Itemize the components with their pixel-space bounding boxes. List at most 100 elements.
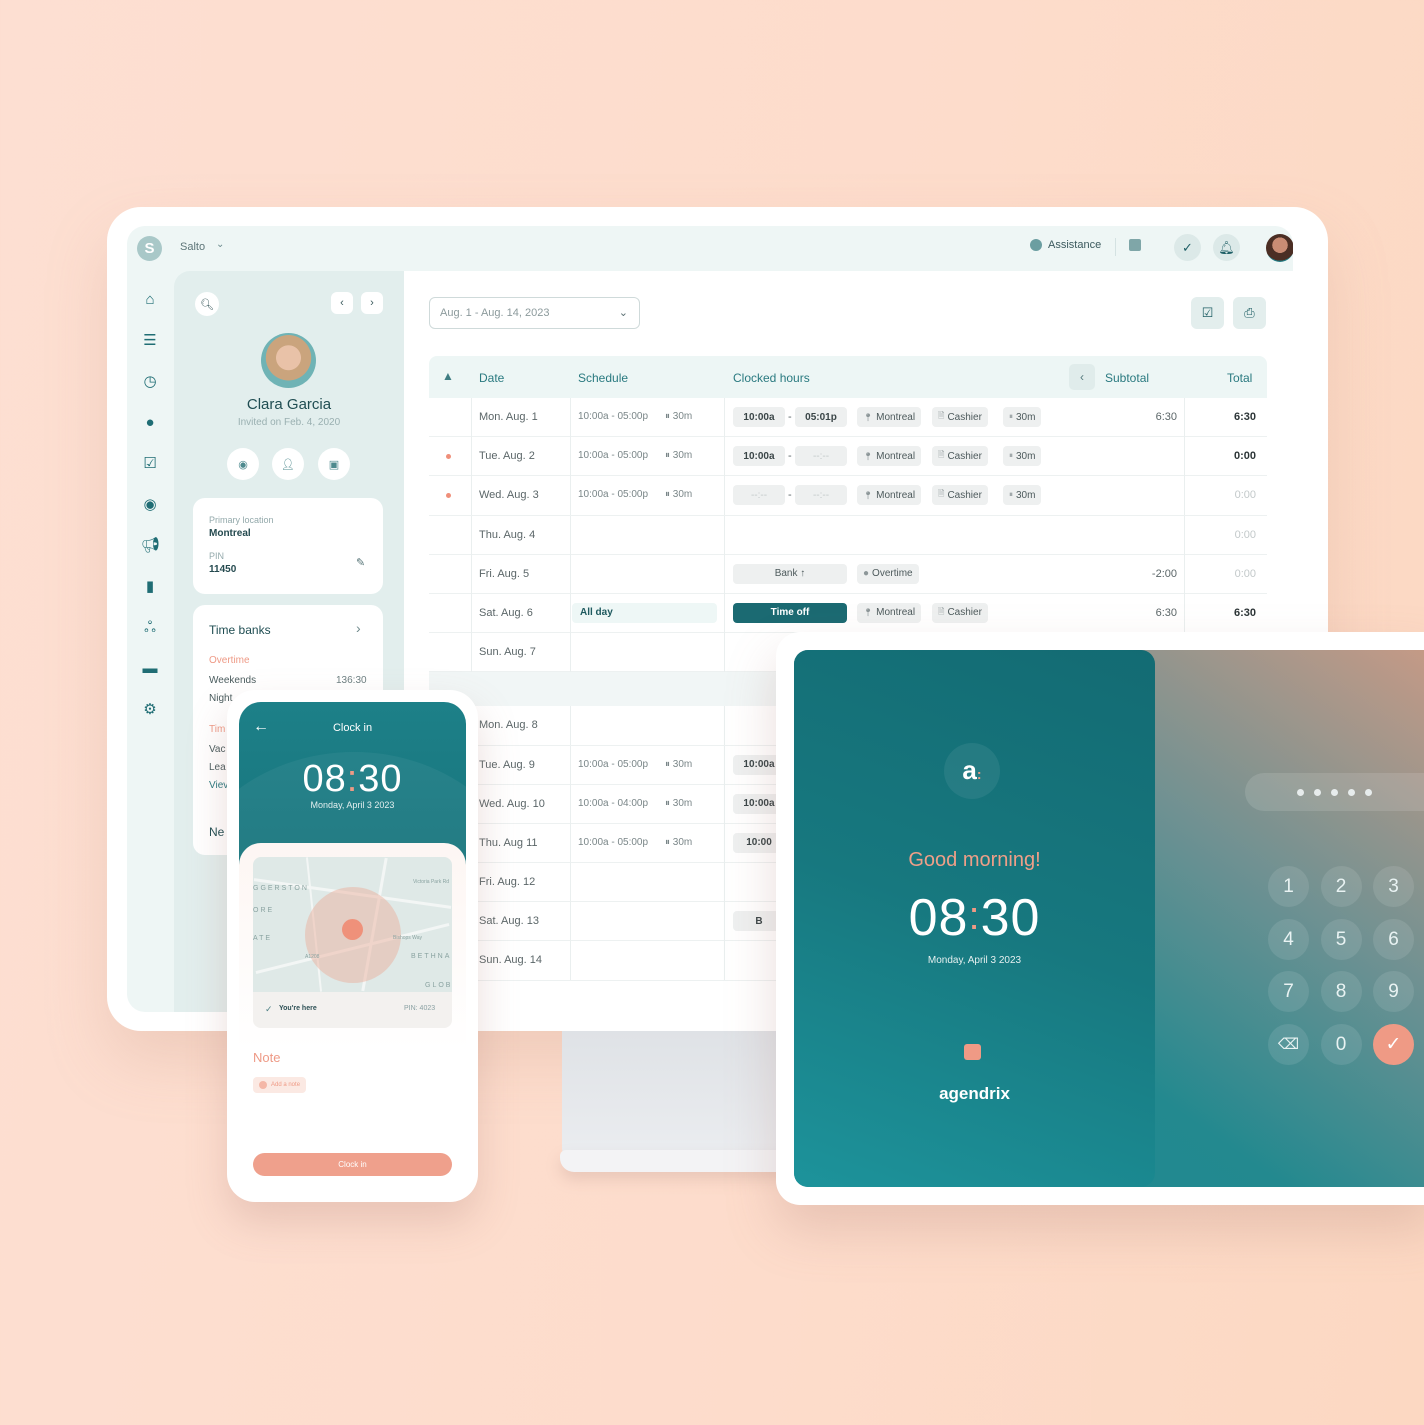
print-button[interactable]: ⎙	[1233, 297, 1266, 329]
keypad-key-1[interactable]: 1	[1268, 866, 1309, 907]
tag-label: 30m	[1016, 411, 1036, 423]
user-avatar[interactable]	[1266, 234, 1293, 262]
clock-out-time[interactable]: --:--	[795, 485, 847, 506]
hours: 08	[908, 889, 969, 947]
keypad-key-2[interactable]: 2	[1320, 866, 1362, 907]
column-divider	[471, 476, 472, 516]
bell-icon: 🔔︎	[1218, 239, 1235, 255]
workspace-name[interactable]: Salto	[180, 241, 205, 253]
row-date: Tue. Aug. 2	[479, 450, 535, 463]
vacation-label: Vac	[209, 744, 226, 755]
keypad-key-6[interactable]: 6	[1373, 918, 1414, 960]
chevron-down-icon[interactable]: ⌄	[216, 239, 224, 250]
view-profile-button[interactable]: 👤︎	[272, 448, 304, 480]
home-icon[interactable]: ⌂	[141, 292, 159, 308]
timesheet-clock-icon[interactable]: ◷	[141, 374, 159, 390]
billing-card-icon[interactable]: ▬	[141, 661, 159, 677]
break-pause-icon: ⏸	[1009, 412, 1013, 421]
role-badge-icon: 🗎	[938, 450, 945, 460]
search-icon: 🔍︎	[200, 298, 214, 311]
date-range-select[interactable]: Aug. 1 - Aug. 14, 2023 ⌄	[429, 297, 640, 329]
row-schedule: 10:00a - 04:00p	[578, 797, 649, 809]
weekends-value: 136:30	[336, 675, 367, 686]
reports-bar-chart-icon[interactable]: ▮	[141, 579, 159, 595]
location-pin-icon: 📍︎	[863, 451, 874, 461]
all-day-chip[interactable]: All day	[572, 602, 717, 623]
assistance-button[interactable]: Assistance	[1030, 239, 1101, 251]
location-map[interactable]: GGERSTON ORE ATE BETHNA GLOB A1208 Bisho…	[253, 857, 452, 992]
column-date[interactable]: Date	[479, 371, 504, 385]
chevron-right-icon[interactable]: ›	[356, 620, 361, 636]
column-subtotal[interactable]: Subtotal	[1105, 371, 1149, 385]
keypad-key-8[interactable]: 8	[1320, 971, 1362, 1012]
table-row[interactable]: Mon. Aug. 1 10:00a - 05:00p ⏸ 30m 10:00a -05…	[429, 398, 1267, 438]
employees-icon[interactable]: ●	[141, 415, 159, 431]
next-section-label: Ne	[209, 825, 225, 839]
view-link[interactable]: Viev	[209, 780, 228, 791]
keypad-key-3[interactable]: 3	[1373, 866, 1414, 907]
backspace-key[interactable]: ⌫	[1268, 1023, 1309, 1065]
clock-out-time[interactable]: 05:01p	[795, 407, 847, 427]
printer-icon: ⎙	[1244, 305, 1255, 320]
integrations-icon[interactable]: ஃ	[141, 620, 159, 636]
keypad-key-5[interactable]: 5	[1320, 918, 1362, 960]
time-off-label: Tim	[209, 724, 226, 735]
notifications-button[interactable]: 🔔︎	[1213, 234, 1240, 261]
clock-in-time[interactable]: 10:00a	[733, 407, 785, 427]
keypad-key-0[interactable]: 0	[1320, 1023, 1362, 1065]
column-divider	[724, 633, 725, 673]
table-row[interactable]: Wed. Aug. 3 10:00a - 05:00p ⏸ 30m --:-- - --:…	[429, 476, 1267, 516]
settings-gear-icon[interactable]: ⚙	[141, 702, 159, 718]
row-break: ⏸ 30m	[665, 758, 693, 770]
table-row[interactable]: Sat. Aug. 6 All day Time off 📍︎ Montreal 🗎 Cas…	[429, 593, 1267, 634]
column-clocked-hours[interactable]: Clocked hours	[733, 371, 810, 385]
contact-card-button[interactable]: ▣	[318, 448, 350, 480]
row-schedule: 10:00a - 05:00p	[578, 411, 649, 422]
location-pin-icon: 📍︎	[863, 608, 874, 618]
column-schedule[interactable]: Schedule	[578, 371, 628, 385]
row-total: 0:00	[1234, 489, 1256, 502]
table-row[interactable]: Thu. Aug. 4 0:00	[429, 515, 1267, 555]
row-schedule: 10:00a - 05:00p	[578, 450, 649, 462]
tag-label: Cashier	[947, 489, 982, 501]
row-date: Wed. Aug. 10	[479, 797, 545, 810]
add-note-button[interactable]: Add a note	[253, 1077, 307, 1093]
column-divider	[471, 633, 472, 673]
approve-timesheet-button[interactable]: ☑	[1191, 297, 1224, 329]
messages-icon[interactable]: ◉	[141, 497, 159, 513]
approvals-check-button[interactable]: ✓	[1174, 234, 1201, 261]
clock-out-time[interactable]: --:--	[795, 446, 847, 467]
time-off-chip[interactable]: Time off	[733, 602, 847, 623]
table-row[interactable]: Fri. Aug. 5 Bank ↑ ● Overtime -2:00 0:00	[429, 554, 1267, 594]
table-row[interactable]: Tue. Aug. 2 10:00a - 05:00p ⏸ 30m 10:00a - --…	[429, 437, 1267, 477]
column-divider	[570, 398, 571, 437]
workspace-avatar[interactable]: S	[137, 236, 162, 261]
edit-pencil-icon[interactable]: ✎	[356, 556, 365, 569]
tasks-checkbox-icon[interactable]: ☑	[141, 456, 159, 472]
previous-employee-button[interactable]: ‹	[331, 292, 353, 314]
location-tag: 📍︎ Montreal	[857, 446, 922, 467]
row-date: Mon. Aug. 8	[479, 719, 538, 732]
confirm-key[interactable]: ✓	[1373, 1023, 1414, 1065]
next-employee-button[interactable]: ›	[361, 292, 383, 314]
pin-dot	[1348, 789, 1355, 796]
message-employee-button[interactable]: ◉	[227, 448, 259, 480]
keypad-key-7[interactable]: 7	[1268, 971, 1309, 1012]
megaphone-icon[interactable]: 📢︎	[141, 538, 160, 554]
bank-button[interactable]: Bank ↑	[733, 563, 847, 584]
gift-icon[interactable]	[1129, 239, 1141, 251]
column-divider	[570, 863, 571, 903]
clock-in-time[interactable]: 10:00a	[733, 446, 785, 467]
clock-in-button[interactable]: Clock in	[253, 1153, 452, 1176]
row-total: 6:30	[1233, 411, 1256, 423]
collapse-columns-button[interactable]: ‹	[1069, 364, 1095, 390]
tag-label: Cashier	[947, 607, 982, 619]
clock-in-time[interactable]: --:--	[733, 485, 785, 506]
row-date: Mon. Aug. 1	[479, 411, 538, 423]
search-button[interactable]: 🔍︎	[195, 292, 219, 316]
column-total[interactable]: Total	[1227, 371, 1252, 385]
schedule-icon[interactable]: ☰	[141, 333, 159, 349]
keypad-key-9[interactable]: 9	[1373, 971, 1414, 1012]
column-divider	[570, 745, 571, 785]
keypad-key-4[interactable]: 4	[1268, 918, 1309, 960]
